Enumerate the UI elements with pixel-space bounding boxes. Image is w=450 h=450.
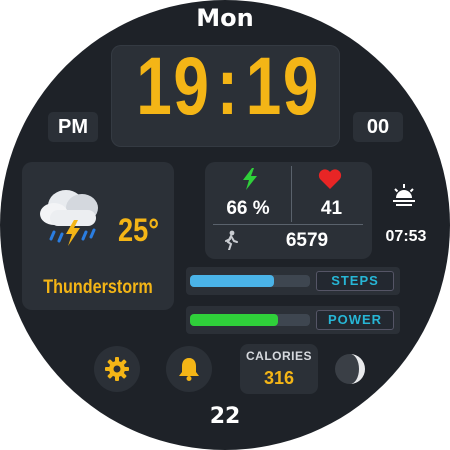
steps-bar-track	[190, 275, 310, 287]
bell-icon	[179, 358, 199, 381]
alarm-button[interactable]	[166, 346, 212, 392]
thunderstorm-cloud-icon	[40, 190, 98, 246]
time-minutes: 19	[245, 41, 321, 132]
lightning-icon	[243, 168, 257, 190]
power-label: POWER	[316, 310, 394, 330]
power-progress[interactable]: POWER	[186, 306, 400, 334]
moon-phase-icon	[335, 354, 365, 384]
heart-rate-value: 41	[320, 198, 343, 219]
stats-divider-horizontal	[213, 224, 363, 225]
steps-label: STEPS	[316, 271, 394, 291]
calories-value: 316	[263, 368, 295, 388]
seconds-display: 00	[353, 112, 403, 142]
battery-value: 66 %	[226, 198, 270, 219]
power-bar-track	[190, 314, 310, 326]
time-separator: :	[216, 41, 240, 132]
sunrise-time: 07:53	[385, 228, 427, 245]
time-display: 19:19	[136, 40, 318, 134]
watch-face: Mon 19:19 PM 00 25° Thunderstorm 66 % 41…	[0, 0, 450, 450]
calories-label: CALORIES	[245, 349, 312, 363]
date-number: 22	[209, 404, 241, 429]
heart-icon	[318, 169, 342, 189]
sunrise-icon	[393, 184, 415, 206]
time-hours: 19	[136, 41, 211, 132]
ampm-indicator: PM	[48, 112, 98, 142]
temperature: 25°	[118, 212, 160, 248]
power-bar-fill	[190, 314, 278, 326]
steps-bar-fill	[190, 275, 274, 287]
walking-icon	[225, 230, 238, 250]
weather-condition: Thunderstorm	[43, 277, 153, 298]
settings-button[interactable]	[94, 346, 140, 392]
steps-value: 6579	[285, 230, 329, 251]
calories-panel[interactable]: CALORIES 316	[240, 344, 318, 394]
steps-progress[interactable]: STEPS	[186, 267, 400, 295]
day-of-week: Mon	[196, 4, 254, 32]
weather-panel[interactable]: 25° Thunderstorm	[22, 162, 174, 310]
gear-icon	[105, 357, 129, 381]
health-stats-panel[interactable]: 66 % 41 6579	[205, 162, 372, 259]
